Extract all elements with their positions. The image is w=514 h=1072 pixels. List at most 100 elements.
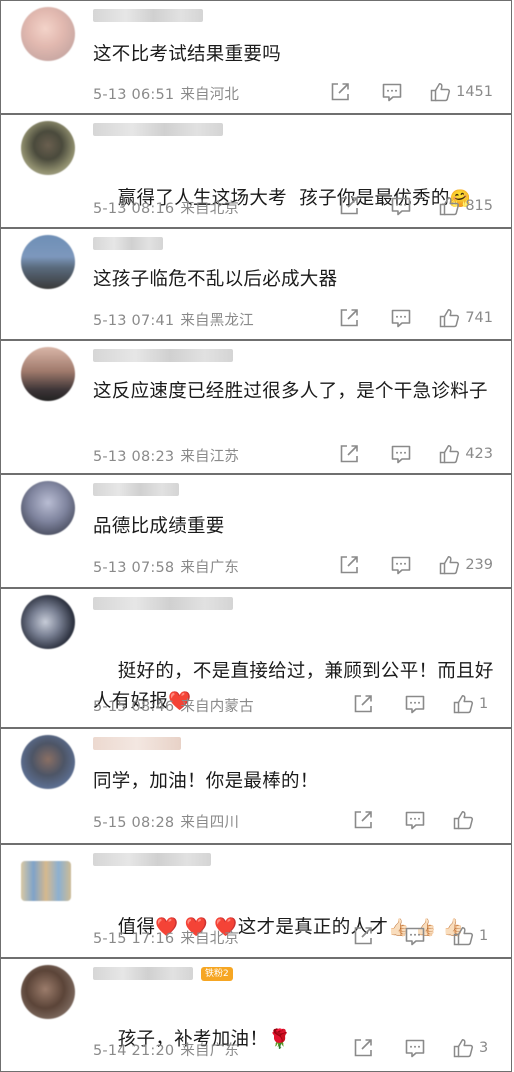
- comment-actions: 239: [338, 554, 493, 576]
- comment-text: 品德比成绩重要: [93, 516, 225, 537]
- avatar[interactable]: [21, 121, 75, 175]
- username[interactable]: [93, 237, 163, 250]
- comment-meta: 5-13 07:58 来自广东: [93, 556, 239, 577]
- comment-location: 来自江苏: [180, 449, 240, 465]
- comment-card: 挺好的，不是直接给过，兼顾到公平！而且好人有好报❤️ 5-15 08:46 来自内…: [0, 588, 512, 728]
- comment-location: 来自广东: [180, 1043, 240, 1059]
- avatar[interactable]: [21, 347, 75, 401]
- share-icon[interactable]: [338, 554, 360, 576]
- comment-meta: 5-14 21:20 来自广东: [93, 1039, 239, 1060]
- comment-actions: 1: [352, 925, 493, 947]
- comment-card: 品德比成绩重要 5-13 07:58 来自广东 239: [0, 474, 512, 588]
- thumbs-up-icon[interactable]: [438, 195, 460, 217]
- avatar[interactable]: [21, 235, 75, 289]
- comment-card: 这孩子临危不乱以后必成大器 5-13 07:41 来自黑龙江 741: [0, 228, 512, 340]
- rose-emoji: 🌹: [268, 1029, 292, 1050]
- comment-text: 孩子，补考加油！🌹: [93, 995, 495, 1071]
- comment-icon[interactable]: [390, 554, 412, 576]
- username[interactable]: [93, 853, 211, 866]
- username[interactable]: [93, 349, 233, 362]
- comment-actions: 1: [352, 693, 493, 715]
- comment-icon[interactable]: [390, 195, 412, 217]
- username[interactable]: [93, 737, 181, 750]
- comment-meta: 5-13 08:16 来自北京: [93, 197, 239, 218]
- thumbs-up-icon[interactable]: [438, 443, 460, 465]
- thumbs-up-icon[interactable]: [429, 81, 451, 103]
- share-icon[interactable]: [338, 443, 360, 465]
- comment-meta: 5-13 07:41 来自黑龙江: [93, 309, 254, 330]
- like-count: 423: [465, 446, 493, 462]
- like-count: 815: [465, 198, 493, 214]
- username[interactable]: [93, 483, 179, 496]
- like-count: 1: [479, 696, 489, 712]
- comment-actions: 3: [352, 1037, 493, 1059]
- like-count: 3: [479, 1040, 489, 1056]
- avatar[interactable]: [21, 965, 75, 1019]
- share-icon[interactable]: [352, 693, 374, 715]
- comment-meta: 5-13 06:51 来自河北: [93, 83, 239, 104]
- comment-date: 5-13 08:23: [93, 449, 175, 465]
- comment-actions: 1451: [329, 81, 493, 103]
- comment-card: 这反应速度已经胜过很多人了，是个干急诊料子 5-13 08:23 来自江苏 423: [0, 340, 512, 474]
- thumbs-up-icon[interactable]: [452, 809, 474, 831]
- comment-meta: 5-15 08:46 来自内蒙古: [93, 695, 254, 716]
- thumbs-up-icon[interactable]: [438, 307, 460, 329]
- comment-date: 5-15 17:16: [93, 931, 175, 947]
- comment-date: 5-15 08:46: [93, 699, 175, 715]
- comment-card: 同学，加油！你是最棒的！ 5-15 08:28 来自四川: [0, 728, 512, 844]
- like-count: 741: [465, 310, 493, 326]
- username[interactable]: [93, 123, 223, 136]
- avatar[interactable]: [21, 481, 75, 535]
- avatar[interactable]: [21, 735, 75, 789]
- avatar[interactable]: [21, 595, 75, 649]
- comment-location: 来自广东: [180, 560, 240, 576]
- username[interactable]: [93, 9, 203, 22]
- comment-card: 铁粉2 孩子，补考加油！🌹 5-14 21:20 来自广东 3: [0, 958, 512, 1072]
- comment-meta: 5-13 08:23 来自江苏: [93, 445, 239, 466]
- comment-card: 值得❤️ ❤️ ❤️这才是真正的人才👍🏻 👍🏻 👍🏻 5-15 17:16 来自北…: [0, 844, 512, 958]
- comment-card: 赢得了人生这场大考 孩子你是最优秀的🤗 5-13 08:16 来自北京 815: [0, 114, 512, 228]
- avatar[interactable]: [21, 7, 75, 61]
- comment-location: 来自四川: [180, 815, 240, 831]
- share-icon[interactable]: [352, 809, 374, 831]
- comment-date: 5-13 07:41: [93, 313, 175, 329]
- comment-meta: 5-15 17:16 来自北京: [93, 927, 239, 948]
- comment-icon[interactable]: [404, 925, 426, 947]
- comment-text: 这孩子临危不乱以后必成大器: [93, 269, 338, 290]
- thumbs-up-icon[interactable]: [452, 925, 474, 947]
- comment-location: 来自内蒙古: [180, 699, 254, 715]
- comment-card: 这不比考试结果重要吗 5-13 06:51 来自河北 1451: [0, 0, 512, 114]
- comment-actions: 815: [338, 195, 493, 217]
- comment-date: 5-14 21:20: [93, 1043, 175, 1059]
- share-icon[interactable]: [352, 1037, 374, 1059]
- comment-icon[interactable]: [390, 307, 412, 329]
- share-icon[interactable]: [338, 195, 360, 217]
- share-icon[interactable]: [352, 925, 374, 947]
- comment-icon[interactable]: [390, 443, 412, 465]
- like-count: 239: [465, 557, 493, 573]
- username[interactable]: [93, 967, 193, 980]
- thumbs-up-icon[interactable]: [452, 693, 474, 715]
- comment-icon[interactable]: [404, 1037, 426, 1059]
- comment-date: 5-15 08:28: [93, 815, 175, 831]
- username[interactable]: [93, 597, 233, 610]
- comment-location: 来自北京: [180, 201, 240, 217]
- comment-icon[interactable]: [404, 809, 426, 831]
- avatar[interactable]: [21, 861, 71, 901]
- comment-icon[interactable]: [381, 81, 403, 103]
- share-icon[interactable]: [329, 81, 351, 103]
- comment-icon[interactable]: [404, 693, 426, 715]
- like-count: 1451: [456, 84, 493, 100]
- comment-actions: 423: [338, 443, 493, 465]
- comment-date: 5-13 08:16: [93, 201, 175, 217]
- like-count: 1: [479, 928, 489, 944]
- thumbs-up-icon[interactable]: [438, 554, 460, 576]
- thumbs-up-icon[interactable]: [452, 1037, 474, 1059]
- comment-meta: 5-15 08:28 来自四川: [93, 811, 239, 832]
- comment-text: 同学，加油！你是最棒的！: [93, 771, 319, 792]
- comment-actions: 741: [338, 307, 493, 329]
- share-icon[interactable]: [338, 307, 360, 329]
- comment-location: 来自河北: [180, 87, 240, 103]
- comment-date: 5-13 07:58: [93, 560, 175, 576]
- comment-text: 这反应速度已经胜过很多人了，是个干急诊料子: [93, 381, 488, 402]
